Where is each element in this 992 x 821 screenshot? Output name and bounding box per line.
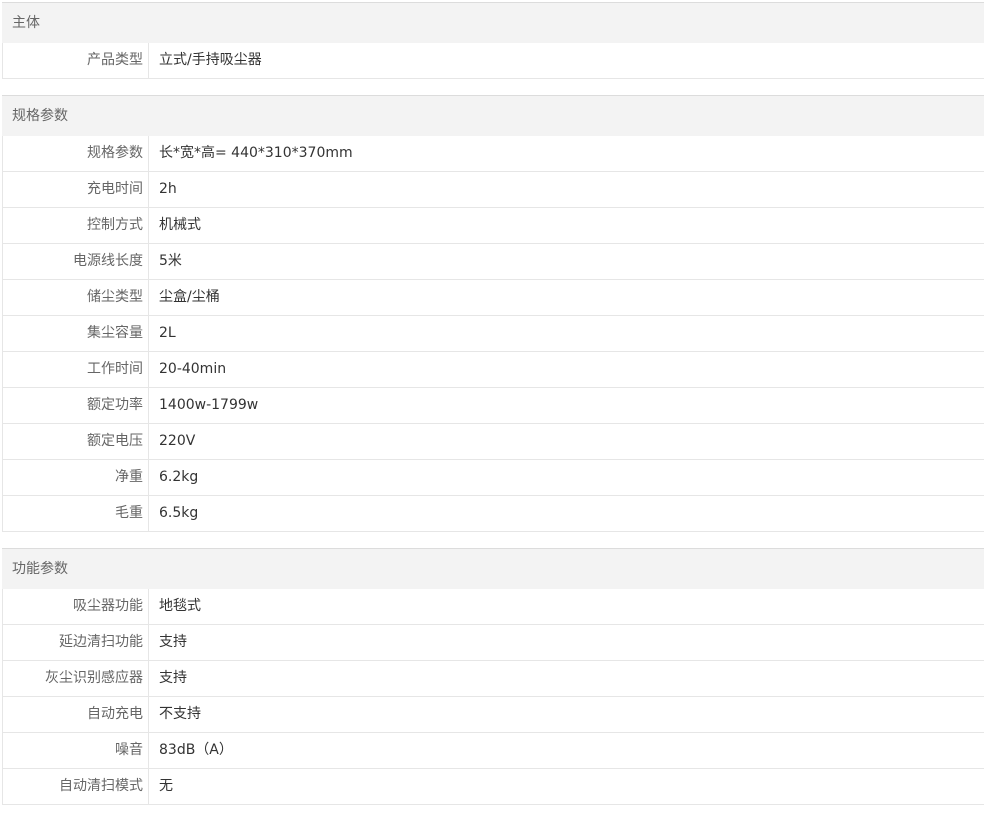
spec-row: 灰尘识别感应器 支持 (2, 661, 984, 697)
spec-label: 电源线长度 (3, 244, 149, 279)
spec-value: 机械式 (159, 217, 201, 233)
spec-value: 20-40min (159, 361, 227, 377)
spec-label: 延边清扫功能 (3, 625, 149, 660)
spec-label: 控制方式 (3, 208, 149, 243)
spec-value: 220V (159, 433, 196, 449)
spec-value: 支持 (159, 634, 187, 650)
spec-label: 产品类型 (3, 43, 149, 78)
spec-row: 噪音 83dB（A） (2, 733, 984, 769)
spec-row: 电源线长度 5米 (2, 244, 984, 280)
spec-row: 额定功率 1400w-1799w (2, 388, 984, 424)
spec-row: 自动充电 不支持 (2, 697, 984, 733)
spec-row: 额定电压 220V (2, 424, 984, 460)
spec-row: 充电时间 2h (2, 172, 984, 208)
spec-value: 6.5kg (159, 505, 199, 521)
spec-table: 主体 产品类型 立式/手持吸尘器 规格参数 规格参数 长*宽*高= 440*310*370… (2, 2, 984, 821)
spec-section: 规格参数 规格参数 长*宽*高= 440*310*370mm 充电时间 2h 控制方式 机械… (2, 95, 984, 532)
spec-label: 额定功率 (3, 388, 149, 423)
spec-row: 规格参数 长*宽*高= 440*310*370mm (2, 136, 984, 172)
spec-value: 2L (159, 325, 176, 341)
spec-value: 6.2kg (159, 469, 199, 485)
section-header: 功能参数 (2, 549, 984, 589)
spec-label: 工作时间 (3, 352, 149, 387)
spec-label: 规格参数 (3, 136, 149, 171)
spec-label: 吸尘器功能 (3, 589, 149, 624)
spec-value: 5米 (159, 253, 182, 269)
spec-value: 尘盒/尘桶 (159, 289, 220, 305)
spec-row: 产品类型 立式/手持吸尘器 (2, 43, 984, 79)
spec-value: 83dB（A） (159, 742, 233, 758)
spec-value: 长*宽*高= 440*310*370mm (159, 145, 353, 161)
spec-label: 充电时间 (3, 172, 149, 207)
spec-section: 主体 产品类型 立式/手持吸尘器 (2, 2, 984, 79)
spec-row: 储尘类型 尘盒/尘桶 (2, 280, 984, 316)
spec-label: 集尘容量 (3, 316, 149, 351)
spec-value: 地毯式 (159, 598, 201, 614)
spec-row: 毛重 6.5kg (2, 496, 984, 532)
spec-label: 灰尘识别感应器 (3, 661, 149, 696)
spec-value: 无 (159, 778, 173, 794)
spec-row: 工作时间 20-40min (2, 352, 984, 388)
spec-label: 额定电压 (3, 424, 149, 459)
spec-value: 支持 (159, 670, 187, 686)
spec-value: 1400w-1799w (159, 397, 259, 413)
spec-row: 吸尘器功能 地毯式 (2, 589, 984, 625)
section-header: 规格参数 (2, 96, 984, 136)
spec-label: 净重 (3, 460, 149, 495)
spec-row: 控制方式 机械式 (2, 208, 984, 244)
spec-row: 集尘容量 2L (2, 316, 984, 352)
spec-value: 2h (159, 181, 177, 197)
spec-row: 自动清扫模式无 (2, 769, 984, 805)
spec-row: 净重 6.2kg (2, 460, 984, 496)
spec-label: 毛重 (3, 496, 149, 531)
spec-value: 不支持 (159, 706, 201, 722)
spec-label: 自动充电 (3, 697, 149, 732)
section-header: 主体 (2, 3, 984, 43)
spec-label: 噪音 (3, 733, 149, 768)
spec-section: 功能参数 吸尘器功能 地毯式 延边清扫功能 支持 灰尘识别感应器 支持 自动充电 不支持 噪音 83… (2, 548, 984, 805)
spec-label: 储尘类型 (3, 280, 149, 315)
spec-value: 立式/手持吸尘器 (159, 52, 262, 68)
spec-label: 自动清扫模式 (3, 769, 149, 804)
spec-row: 延边清扫功能 支持 (2, 625, 984, 661)
